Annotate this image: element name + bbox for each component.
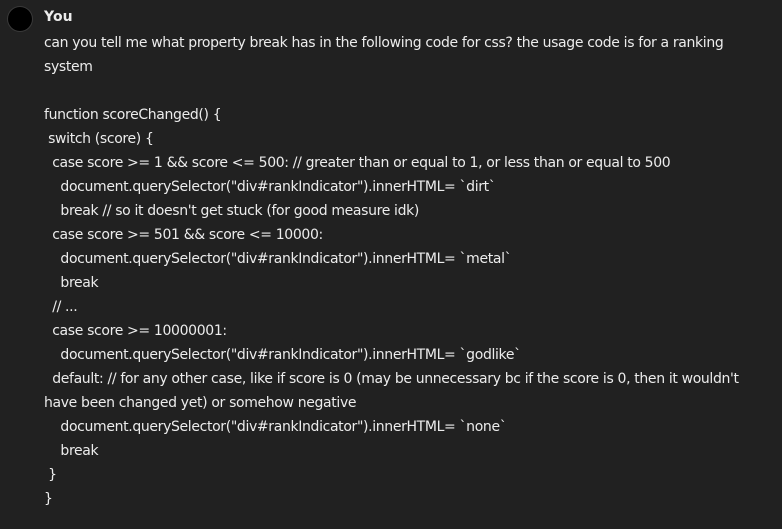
message-line: have been changed yet) or somehow negati… (44, 395, 357, 411)
message-line: case score >= 501 && score <= 10000: (44, 227, 323, 243)
message-line: default: // for any other case, like if … (44, 371, 739, 387)
message-line: case score >= 10000001: (44, 323, 227, 339)
message-line: break (44, 443, 99, 459)
message-body: can you tell me what property break has … (44, 31, 778, 511)
message-line: document.querySelector("div#rankIndicato… (44, 179, 496, 195)
message-line: case score >= 1 && score <= 500: // grea… (44, 155, 671, 171)
message-line: can you tell me what property break has … (44, 35, 724, 51)
message-line: document.querySelector("div#rankIndicato… (44, 347, 521, 363)
message-line: // ... (44, 299, 78, 315)
message-line: document.querySelector("div#rankIndicato… (44, 251, 512, 267)
message-line: } (44, 467, 57, 483)
message-line: break // so it doesn't get stuck (for go… (44, 203, 420, 219)
user-avatar (8, 7, 32, 31)
message-line: document.querySelector("div#rankIndicato… (44, 419, 507, 435)
message-line: switch (score) { (44, 131, 154, 147)
message-line: } (44, 491, 53, 507)
message-line: break (44, 275, 99, 291)
message-line: system (44, 59, 93, 75)
message-author: You (44, 9, 73, 25)
message-line (44, 79, 778, 103)
message-line: function scoreChanged() { (44, 107, 222, 123)
